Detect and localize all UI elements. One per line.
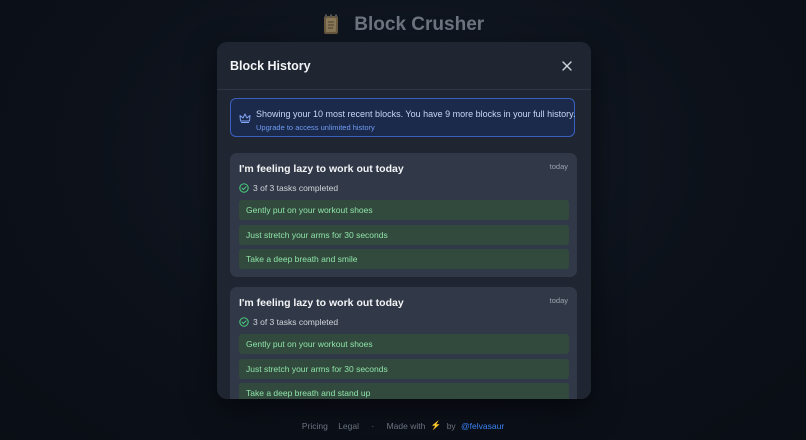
card-progress: 3 of 3 tasks completed — [239, 182, 338, 194]
crown-icon — [239, 113, 251, 123]
pricing-link[interactable]: Pricing — [302, 421, 328, 431]
by-text: by — [446, 420, 456, 431]
task-item: Take a deep breath and smile — [239, 249, 569, 269]
task-item: Gently put on your workout shoes — [239, 200, 569, 220]
modal-title: Block History — [230, 59, 311, 73]
task-item: Take a deep breath and stand up — [239, 383, 569, 399]
app-title: Block Crusher — [354, 14, 485, 35]
legal-link[interactable]: Legal — [338, 421, 359, 431]
footer-separator: · — [371, 420, 375, 431]
app-header: Block Crusher — [0, 14, 806, 36]
card-title: I'm feeling lazy to work out today — [239, 163, 404, 175]
task-item: Gently put on your workout shoes — [239, 334, 569, 354]
card-progress: 3 of 3 tasks completed — [239, 316, 338, 328]
made-with-text: Made with — [386, 420, 426, 431]
upgrade-link[interactable]: Upgrade to access unlimited history — [256, 123, 375, 132]
card-date: today — [549, 296, 568, 305]
footer: Pricing Legal · Made with ⚡ by @felvasau… — [0, 420, 806, 431]
check-circle-icon — [239, 317, 249, 327]
task-list: Gently put on your workout shoes Just st… — [239, 334, 569, 399]
history-card[interactable]: I'm feeling lazy to work out today today… — [230, 153, 577, 277]
check-circle-icon — [239, 183, 249, 193]
author-link[interactable]: @felvasaur — [461, 421, 504, 431]
progress-text: 3 of 3 tasks completed — [253, 317, 339, 327]
task-list: Gently put on your workout shoes Just st… — [239, 200, 569, 274]
history-list: I'm feeling lazy to work out today today… — [230, 153, 577, 399]
card-date: today — [549, 162, 568, 171]
block-history-modal: Block History Showing your 10 most recen… — [217, 42, 591, 399]
task-item: Just stretch your arms for 30 seconds — [239, 358, 569, 379]
modal-header: Block History — [217, 42, 591, 90]
card-title: I'm feeling lazy to work out today — [239, 297, 404, 309]
lightning-icon: ⚡ — [430, 420, 442, 431]
progress-text: 3 of 3 tasks completed — [253, 183, 339, 193]
task-item: Just stretch your arms for 30 seconds — [239, 224, 569, 245]
close-button[interactable] — [557, 56, 577, 76]
close-icon — [562, 61, 572, 71]
history-card[interactable]: I'm feeling lazy to work out today today… — [230, 287, 577, 399]
notice-text: Showing your 10 most recent blocks. You … — [256, 109, 576, 119]
notebook-icon — [322, 14, 340, 36]
history-limit-notice: Showing your 10 most recent blocks. You … — [230, 98, 576, 137]
